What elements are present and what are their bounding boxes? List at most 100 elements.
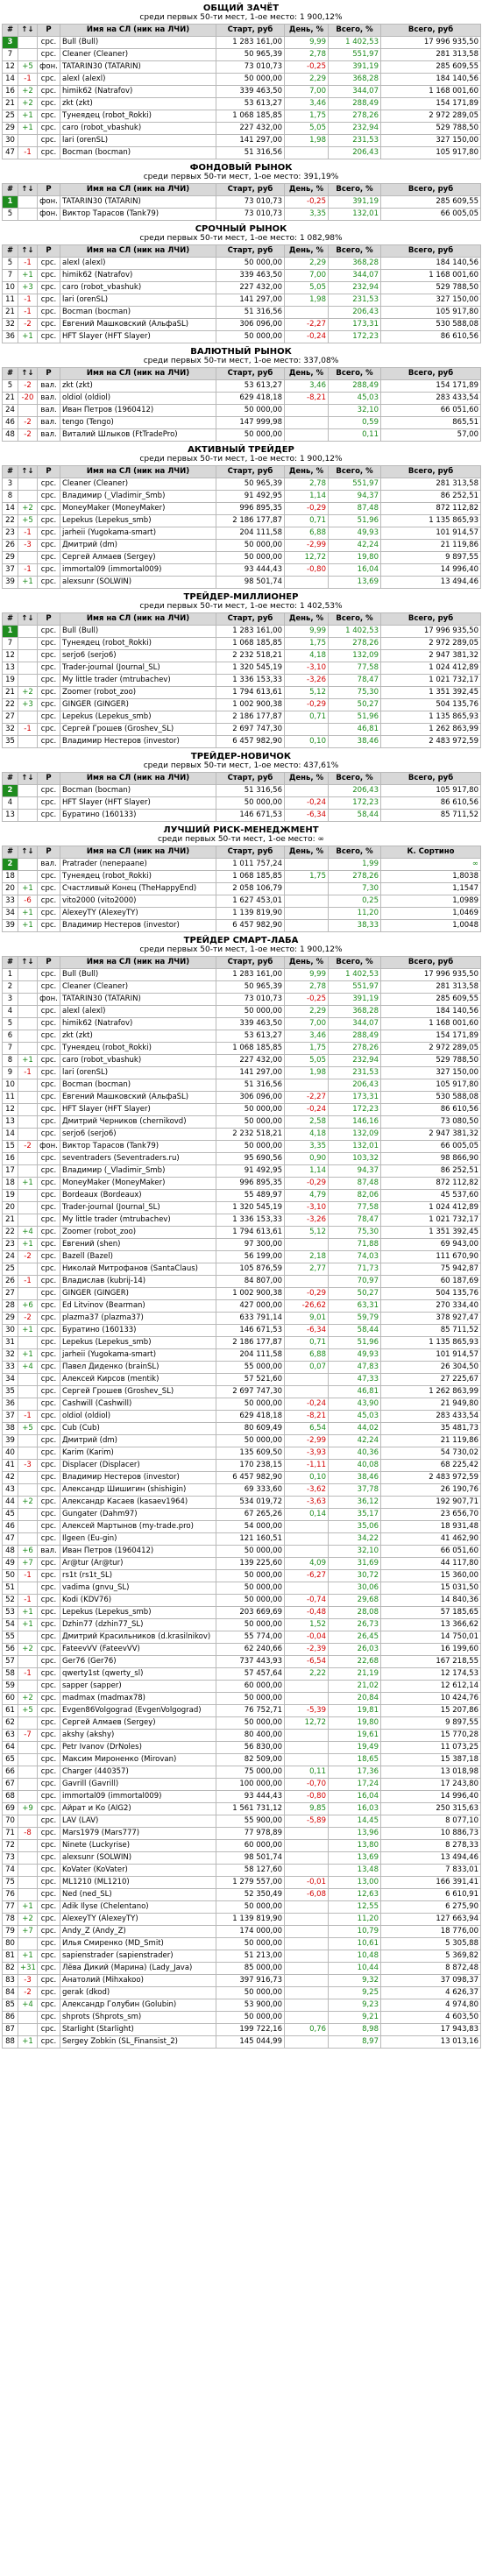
table-row[interactable]: 44 +2 срс. Александр Касаев (kasaev1964) 534…: [2, 1496, 481, 1509]
column-header[interactable]: P: [37, 465, 60, 478]
table-row[interactable]: 69 +9 срс. Айрат и Ко (AIG2) 1 561 731,12 9,8…: [2, 1802, 481, 1815]
column-header[interactable]: Всего, руб: [380, 465, 481, 478]
table-row[interactable]: 19 срс. Bordeaux (Bordeaux) 55 489,97 4,79 82…: [2, 1189, 481, 1202]
table-row[interactable]: 22 +5 срс. Lepekus (Lepekus_smb) 2 186 177,8…: [2, 514, 481, 527]
participant-name-cell[interactable]: Bocman (bocman): [60, 1079, 216, 1092]
table-row[interactable]: 10 +3 срс. caro (robot_vbashuk) 227 432,00 5,…: [2, 281, 481, 294]
table-row[interactable]: 1 срс. Bull (Bull) 1 283 161,00 9,99 1 402,53…: [2, 625, 481, 638]
participant-name-cell[interactable]: Ned (ned_SL): [60, 1888, 216, 1901]
participant-name-cell[interactable]: Анатолий (Mihxakoo): [60, 1974, 216, 1987]
table-row[interactable]: 4 срс. alexl (alexl) 50 000,00 2,29 368,28 184…: [2, 1005, 481, 1018]
participant-name-cell[interactable]: himik62 (Natrafov): [60, 269, 216, 282]
table-row[interactable]: 32 -2 срс. Евгений Машковский (АльфаSL) 306 …: [2, 318, 481, 331]
column-header[interactable]: ↑↓: [18, 956, 38, 969]
participant-name-cell[interactable]: MoneyMaker (MoneyMaker): [60, 502, 216, 515]
participant-name-cell[interactable]: Буратино (160133): [60, 809, 216, 822]
table-row[interactable]: 46 -2 вал. tengo (Tengo) 147 999,98 0,59 865,5…: [2, 416, 481, 429]
participant-name-cell[interactable]: Bocman (bocman): [60, 306, 216, 319]
column-header[interactable]: Старт, руб: [216, 24, 285, 37]
table-row[interactable]: 5 срс. himik62 (Natrafov) 339 463,50 7,00 344…: [2, 1017, 481, 1030]
table-row[interactable]: 67 срс. Gavrill (Gavrill) 100 000,00 -0,70 17…: [2, 1778, 481, 1791]
participant-name-cell[interactable]: Cleaner (Cleaner): [60, 478, 216, 491]
table-row[interactable]: 88 +1 срс. Sergey Zobkin (SL_Finansist_2) 14…: [2, 2035, 481, 2049]
participant-name-cell[interactable]: tengo (Tengo): [60, 416, 216, 429]
participant-name-cell[interactable]: Sergey Zobkin (SL_Finansist_2): [60, 2035, 216, 2049]
column-header[interactable]: #: [2, 612, 18, 626]
column-header[interactable]: ↑↓: [18, 846, 38, 859]
table-row[interactable]: 21 -20 вал. oldiol (oldiol) 629 418,18 -8,21 4…: [2, 392, 481, 405]
column-header[interactable]: Старт, руб: [216, 465, 285, 478]
table-row[interactable]: 58 -1 срс. qwerty1st (qwerty_sl) 57 457,64 2,…: [2, 1667, 481, 1681]
participant-name-cell[interactable]: Ger76 (Ger76): [60, 1655, 216, 1668]
participant-name-cell[interactable]: My little trader (mtrubachev): [60, 1214, 216, 1227]
participant-name-cell[interactable]: madmax (madmax78): [60, 1692, 216, 1705]
participant-name-cell[interactable]: zkt (zkt): [60, 379, 216, 393]
table-row[interactable]: 21 +2 срс. Zoomer (robot_zoo) 1 794 613,61 5,…: [2, 686, 481, 699]
column-header[interactable]: Имя на СЛ (ник на ЛЧИ): [60, 465, 216, 478]
table-row[interactable]: 39 срс. Дмитрий (dm) 50 000,00 -2,99 42,24 21 …: [2, 1434, 481, 1447]
column-header[interactable]: ↑↓: [18, 465, 38, 478]
participant-name-cell[interactable]: alexsunr (SOLWIN): [60, 576, 216, 589]
column-header[interactable]: #: [2, 846, 18, 859]
participant-name-cell[interactable]: Тунеядец (robot_Rokki): [60, 870, 216, 883]
participant-name-cell[interactable]: Виктор Тарасов (Tank79): [60, 208, 216, 221]
column-header[interactable]: Старт, руб: [216, 956, 285, 969]
participant-name-cell[interactable]: zkt (zkt): [60, 1030, 216, 1043]
column-header[interactable]: Имя на СЛ (ник на ЛЧИ): [60, 367, 216, 380]
column-header[interactable]: Всего, руб: [380, 367, 481, 380]
table-row[interactable]: 12 срс. HFT Slayer (HFT Slayer) 50 000,00 -0…: [2, 1103, 481, 1116]
column-header[interactable]: День, %: [284, 24, 329, 37]
participant-name-cell[interactable]: caro (robot_vbashuk): [60, 1054, 216, 1067]
participant-name-cell[interactable]: Дмитрий Черников (chernikovd): [60, 1115, 216, 1129]
participant-name-cell[interactable]: lari (orenSL): [60, 294, 216, 307]
participant-name-cell[interactable]: Дмитрий (dm): [60, 1434, 216, 1447]
participant-name-cell[interactable]: Евгений (shen): [60, 1238, 216, 1251]
column-header[interactable]: День, %: [284, 846, 329, 859]
participant-name-cell[interactable]: GINGER (GINGER): [60, 1287, 216, 1300]
column-header[interactable]: День, %: [284, 465, 329, 478]
column-header[interactable]: Имя на СЛ (ник на ЛЧИ): [60, 183, 216, 196]
table-row[interactable]: 26 -3 срс. Дмитрий (dm) 50 000,00 -2,99 42,24 2…: [2, 539, 481, 552]
table-row[interactable]: 14 +2 срс. MoneyMaker (MoneyMaker) 996 895,3…: [2, 502, 481, 515]
column-header[interactable]: Всего, руб: [380, 183, 481, 196]
participant-name-cell[interactable]: MoneyMaker (MoneyMaker): [60, 1177, 216, 1190]
participant-name-cell[interactable]: Ed Litvinov (Bearman): [60, 1299, 216, 1313]
column-header[interactable]: Старт, руб: [216, 367, 285, 380]
column-header[interactable]: Имя на СЛ (ник на ЛЧИ): [60, 24, 216, 37]
participant-name-cell[interactable]: Charger (440357): [60, 1766, 216, 1779]
table-row[interactable]: 30 срс. lari (orenSL) 141 297,00 1,98 231,53 3…: [2, 134, 481, 147]
participant-name-cell[interactable]: Владислав (kubrij-14): [60, 1275, 216, 1288]
participant-name-cell[interactable]: jarheii (Yugokama-smart): [60, 527, 216, 540]
participant-name-cell[interactable]: Lepekus (Lepekus_smb): [60, 1606, 216, 1619]
table-row[interactable]: 21 срс. My little trader (mtrubachev) 1 336…: [2, 1214, 481, 1227]
table-row[interactable]: 45 срс. Gungater (Dahm97) 67 265,26 0,14 35,1…: [2, 1508, 481, 1521]
participant-name-cell[interactable]: Дмитрий (dm): [60, 539, 216, 552]
participant-name-cell[interactable]: Petr Ivanov (DrNoles): [60, 1741, 216, 1754]
table-row[interactable]: 22 +4 срс. Zoomer (robot_zoo) 1 794 613,61 5,…: [2, 1226, 481, 1239]
participant-name-cell[interactable]: Dzhin77 (dzhin77_SL): [60, 1618, 216, 1631]
participant-name-cell[interactable]: HFT Slayer (HFT Slayer): [60, 1103, 216, 1116]
participant-name-cell[interactable]: Adik Ilyse (Chelentano): [60, 1900, 216, 1914]
participant-name-cell[interactable]: sapper (sapper): [60, 1680, 216, 1693]
table-row[interactable]: 28 +6 срс. Ed Litvinov (Bearman) 427 000,00-…: [2, 1299, 481, 1313]
table-row[interactable]: 3 фон. TATARIN30 (TATARIN) 73 010,73 -0,25 39…: [2, 993, 481, 1006]
table-row[interactable]: 29 +1 срс. caro (robot_vbashuk) 227 432,00 5,…: [2, 122, 481, 135]
participant-name-cell[interactable]: Zoomer (robot_zoo): [60, 1226, 216, 1239]
participant-name-cell[interactable]: rs1t (rs1t_SL): [60, 1569, 216, 1582]
table-row[interactable]: 75 срс. ML1210 (ML1210) 1 279 557,00 -0,01 13…: [2, 1876, 481, 1889]
table-row[interactable]: 11 срс. Евгений Машковский (АльфаSL) 306 09…: [2, 1091, 481, 1104]
column-header[interactable]: Имя на СЛ (ник на ЛЧИ): [60, 612, 216, 626]
column-header[interactable]: Старт, руб: [216, 772, 285, 785]
table-row[interactable]: 2 вал. Pratrader (nenepaane) 1 011 757,24 1,…: [2, 858, 481, 871]
participant-name-cell[interactable]: Bull (Bull): [60, 625, 216, 638]
table-row[interactable]: 18 +1 срс. MoneyMaker (MoneyMaker) 996 895,3…: [2, 1177, 481, 1190]
participant-name-cell[interactable]: Александр Шишигин (shishigin): [60, 1483, 216, 1497]
participant-name-cell[interactable]: Павел Диденко (brainSL): [60, 1361, 216, 1374]
table-row[interactable]: 86 срс. shprots (Shprots_sm) 50 000,00 9,21 4…: [2, 2011, 481, 2024]
table-row[interactable]: 73 срс. alexsunr (SOLWIN) 98 501,74 13,69 13 …: [2, 1851, 481, 1865]
participant-name-cell[interactable]: Cleaner (Cleaner): [60, 48, 216, 61]
table-row[interactable]: 34 срс. Алексей Кирсов (mentik) 57 521,60 47…: [2, 1373, 481, 1386]
table-row[interactable]: 29 срс. Сергей Алмаев (Sergey) 50 000,00 12,…: [2, 551, 481, 564]
participant-name-cell[interactable]: Bocman (bocman): [60, 146, 216, 159]
participant-name-cell[interactable]: Иван Петров (1960412): [60, 1545, 216, 1558]
